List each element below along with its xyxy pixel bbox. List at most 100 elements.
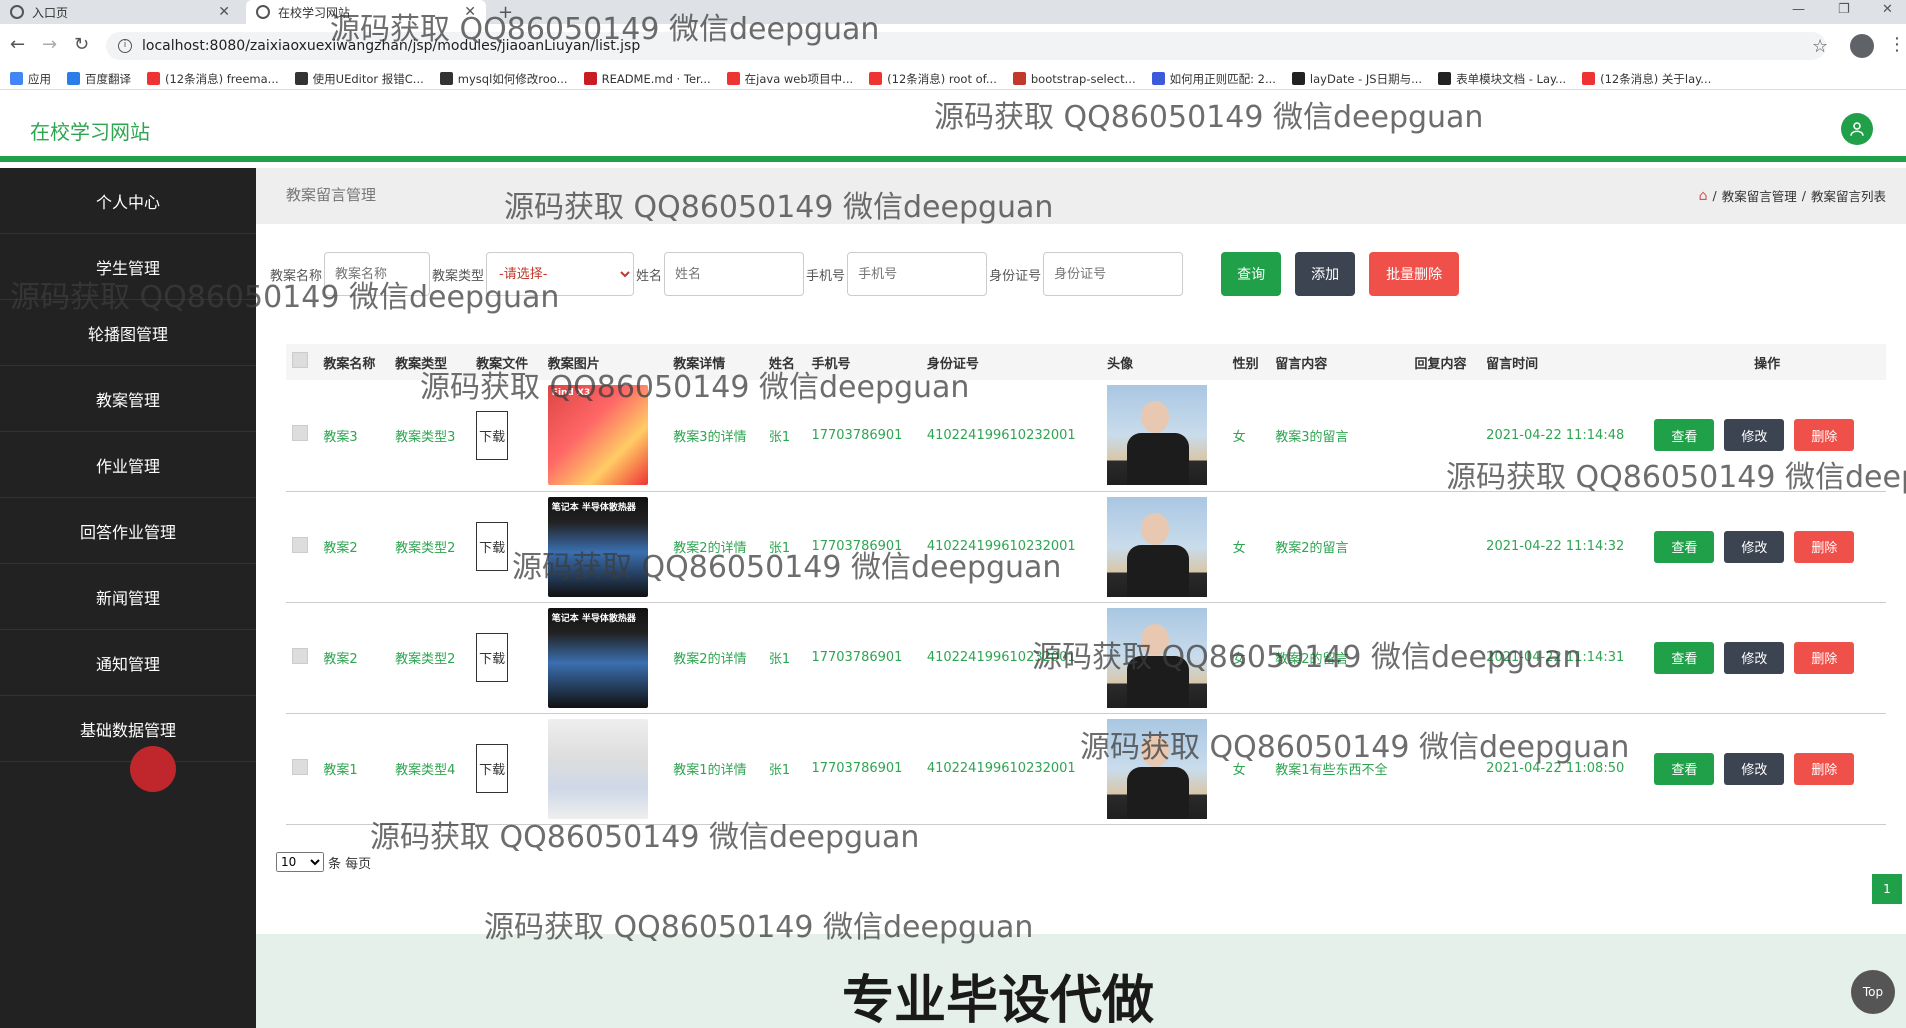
bookmark-item[interactable]: 在java web项目中...: [726, 71, 854, 87]
view-button[interactable]: 查看: [1654, 641, 1715, 674]
lesson-image[interactable]: 笔记本 半导体散热器: [547, 607, 648, 708]
avatar-cell: [1101, 602, 1227, 713]
lesson-image[interactable]: [547, 718, 648, 819]
close-icon[interactable]: ✕: [218, 4, 230, 20]
bookmarks-bar: 应用 百度翻译 (12条消息) freema... 使用UEditor 报错C... m…: [0, 68, 1906, 90]
bookmark-label: 应用: [28, 71, 51, 86]
lesson-image[interactable]: 笔记本 半导体散热器: [547, 496, 648, 597]
bookmark-label: 在java web项目中...: [744, 71, 854, 86]
bookmark-item[interactable]: mysql如何修改roo...: [439, 71, 568, 87]
forward-icon[interactable]: →: [42, 34, 57, 55]
bulk-delete-button[interactable]: 批量删除: [1369, 252, 1460, 296]
phone-cell: 17703786901: [811, 427, 903, 443]
page-number-button[interactable]: 1: [1872, 874, 1902, 904]
lesson-image[interactable]: Find X3: [547, 385, 648, 486]
bookmark-item[interactable]: 如何用正则匹配: 2...: [1151, 71, 1276, 87]
browser-tab-entry[interactable]: 入口页 ✕: [0, 0, 240, 24]
gender-cell: 女: [1232, 763, 1246, 778]
message-time-cell: 2021-04-22 11:08:50: [1486, 761, 1625, 776]
column-header: 教案文件: [476, 356, 529, 372]
bookmark-label: bootstrap-select...: [1030, 71, 1136, 86]
close-icon[interactable]: ✕: [464, 4, 476, 20]
breadcrumb-item: 教案留言列表: [1810, 189, 1886, 204]
bookmark-label: 百度翻译: [85, 71, 131, 86]
page-title: 教案留言管理: [286, 186, 377, 204]
download-button[interactable]: 下载: [476, 410, 509, 460]
sidebar-item-basedata[interactable]: 基础数据管理: [0, 696, 256, 762]
delete-button[interactable]: 删除: [1794, 530, 1855, 563]
sidebar-item-news[interactable]: 新闻管理: [0, 564, 256, 630]
row-checkbox[interactable]: [292, 758, 308, 775]
restore-icon[interactable]: ❐: [1838, 2, 1850, 17]
window-close-icon[interactable]: ✕: [1882, 2, 1893, 17]
column-header: 留言内容: [1275, 356, 1328, 372]
view-button[interactable]: 查看: [1654, 752, 1715, 785]
bookmark-item[interactable]: (12条消息) root of...: [869, 71, 997, 87]
sidebar-item-lessons[interactable]: 教案管理: [0, 366, 256, 432]
bookmark-item[interactable]: 使用UEditor 报错C...: [294, 71, 424, 87]
lesson-image-cell: Find X3: [542, 380, 668, 491]
bookmark-item[interactable]: 百度翻译: [67, 71, 131, 87]
edit-button[interactable]: 修改: [1724, 752, 1785, 785]
download-button[interactable]: 下载: [476, 522, 509, 571]
lesson-type-cell: 教案类型3: [395, 429, 456, 445]
delete-button[interactable]: 删除: [1794, 641, 1855, 674]
page-size-select[interactable]: 10: [276, 852, 324, 872]
avatar: [1107, 385, 1208, 486]
profile-icon[interactable]: [1850, 34, 1874, 58]
bookmark-item[interactable]: README.md · Ter...: [583, 72, 711, 86]
person-name-input[interactable]: [664, 252, 805, 296]
reload-icon[interactable]: ↻: [74, 34, 89, 55]
edit-button[interactable]: 修改: [1724, 530, 1785, 563]
browser-tab-site[interactable]: 在校学习网站 ✕: [246, 0, 486, 24]
bookmark-item[interactable]: 应用: [10, 71, 51, 87]
breadcrumb-item[interactable]: 教案留言管理: [1722, 186, 1797, 205]
site-title[interactable]: 在校学习网站: [30, 116, 150, 145]
url-input[interactable]: i localhost:8080/zaixiaoxuexiwangzhan/js…: [106, 32, 1826, 60]
select-all-checkbox[interactable]: [292, 352, 308, 368]
row-checkbox[interactable]: [292, 647, 308, 664]
menu-icon[interactable]: ⋮: [1888, 34, 1906, 55]
row-checkbox[interactable]: [292, 425, 308, 442]
lesson-name-input[interactable]: [324, 252, 431, 296]
back-to-top-button[interactable]: Top: [1851, 970, 1895, 1014]
edit-button[interactable]: 修改: [1724, 641, 1785, 674]
view-button[interactable]: 查看: [1654, 419, 1715, 452]
download-button[interactable]: 下载: [476, 744, 509, 793]
delete-button[interactable]: 删除: [1794, 752, 1855, 785]
query-button[interactable]: 查询: [1221, 252, 1282, 296]
sidebar-item-notices[interactable]: 通知管理: [0, 630, 256, 696]
bookmark-star-icon[interactable]: ☆: [1812, 36, 1828, 57]
edit-button[interactable]: 修改: [1724, 419, 1785, 452]
lesson-detail-cell: 教案2的详情: [673, 541, 747, 556]
info-icon[interactable]: i: [118, 39, 132, 53]
column-header: 头像: [1107, 356, 1134, 372]
sidebar-item-students[interactable]: 学生管理: [0, 234, 256, 300]
user-icon[interactable]: [1841, 113, 1873, 145]
sidebar-item-carousel[interactable]: 轮播图管理: [0, 300, 256, 366]
bookmark-item[interactable]: (12条消息) 关于lay...: [1582, 71, 1711, 87]
globe-icon: [256, 5, 270, 19]
back-icon[interactable]: ←: [10, 34, 25, 55]
row-checkbox[interactable]: [292, 536, 308, 553]
minimize-icon[interactable]: —: [1792, 2, 1805, 17]
id-number-input[interactable]: [1043, 252, 1184, 296]
download-button[interactable]: 下载: [476, 633, 509, 682]
sidebar-item-answers[interactable]: 回答作业管理: [0, 498, 256, 564]
home-icon[interactable]: ⌂: [1699, 188, 1708, 204]
view-button[interactable]: 查看: [1654, 530, 1715, 563]
bookmark-item[interactable]: 表单模块文档 - Lay...: [1438, 71, 1566, 87]
sidebar-item-personal[interactable]: 个人中心: [0, 168, 256, 234]
add-button[interactable]: 添加: [1295, 252, 1356, 296]
bookmark-item[interactable]: layDate - JS日期与...: [1291, 71, 1423, 87]
delete-button[interactable]: 删除: [1794, 419, 1855, 452]
bookmark-item[interactable]: (12条消息) freema...: [147, 71, 279, 87]
bookmark-label: layDate - JS日期与...: [1309, 71, 1423, 86]
lesson-image-cell: 笔记本 半导体散热器: [542, 491, 668, 602]
actions-cell: 查看 修改 删除: [1648, 491, 1886, 602]
lesson-type-select[interactable]: -请选择-: [486, 252, 635, 296]
new-tab-icon[interactable]: +: [498, 2, 513, 23]
bookmark-item[interactable]: bootstrap-select...: [1012, 71, 1136, 86]
sidebar-item-homework[interactable]: 作业管理: [0, 432, 256, 498]
phone-input[interactable]: [847, 252, 988, 296]
